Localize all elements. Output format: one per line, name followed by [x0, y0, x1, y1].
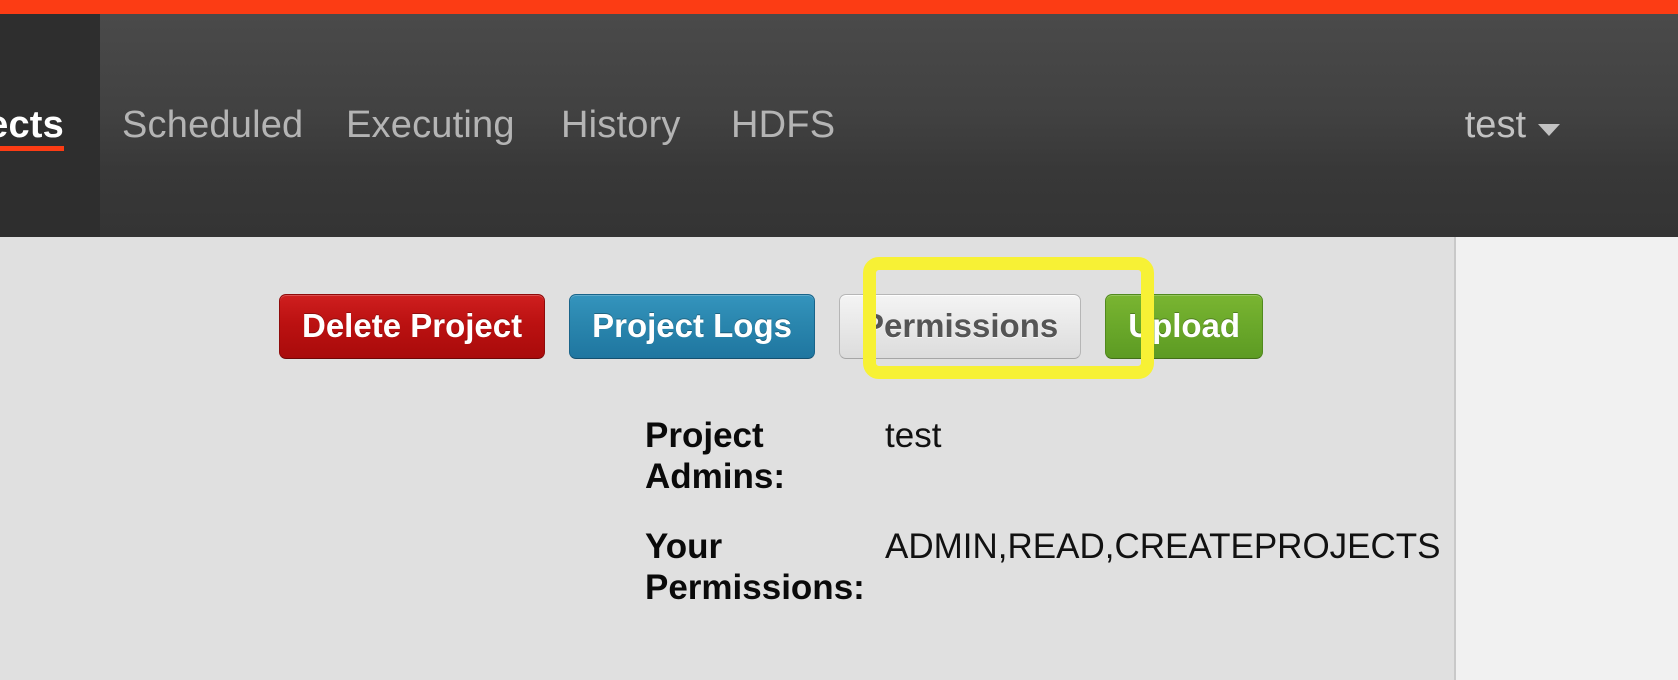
- nav-tab-history-label: History: [561, 104, 681, 146]
- delete-project-button[interactable]: Delete Project: [279, 294, 546, 359]
- project-logs-button[interactable]: Project Logs: [569, 294, 815, 359]
- user-menu-label: test: [1464, 104, 1526, 146]
- nav-tab-hdfs-label: HDFS: [731, 104, 836, 146]
- project-admins-row: Project Admins: test: [645, 415, 1457, 498]
- nav-tab-projects-label: ects: [0, 104, 64, 146]
- app-root: ects Scheduled Executing History HDFS te…: [0, 0, 1678, 680]
- project-admins-value: test: [885, 416, 942, 455]
- your-permissions-row: Your Permissions: ADMIN,READ,CREATEPROJE…: [645, 526, 1457, 609]
- page-body: Delete Project Project Logs Permissions …: [0, 237, 1678, 680]
- navbar-tabs: ects Scheduled Executing History HDFS te…: [0, 14, 1678, 237]
- nav-tab-executing[interactable]: Executing: [346, 14, 515, 237]
- nav-tab-projects[interactable]: ects: [0, 14, 100, 237]
- upload-button[interactable]: Upload: [1105, 294, 1264, 359]
- your-permissions-value: ADMIN,READ,CREATEPROJECTS: [885, 526, 1441, 566]
- nav-tab-history[interactable]: History: [561, 14, 681, 237]
- permissions-button[interactable]: Permissions: [838, 294, 1082, 359]
- project-content-panel: Delete Project Project Logs Permissions …: [0, 237, 1456, 680]
- project-admins-label: Project Admins:: [645, 416, 785, 497]
- nav-active-underline: [0, 146, 64, 151]
- project-action-toolbar: Delete Project Project Logs Permissions …: [279, 294, 1264, 359]
- nav-tab-executing-label: Executing: [346, 104, 515, 146]
- navbar: ects Scheduled Executing History HDFS te…: [0, 14, 1678, 237]
- nav-tab-scheduled-label: Scheduled: [122, 104, 304, 146]
- chevron-down-icon: [1538, 123, 1560, 136]
- project-info-list: Project Admins: test Your Permissions: A…: [645, 415, 1457, 636]
- nav-tab-hdfs[interactable]: HDFS: [731, 14, 835, 237]
- user-menu[interactable]: test: [1465, 14, 1560, 237]
- your-permissions-label: Your Permissions:: [645, 526, 865, 607]
- accent-top-strip: [0, 0, 1678, 14]
- nav-tab-scheduled[interactable]: Scheduled: [122, 14, 303, 237]
